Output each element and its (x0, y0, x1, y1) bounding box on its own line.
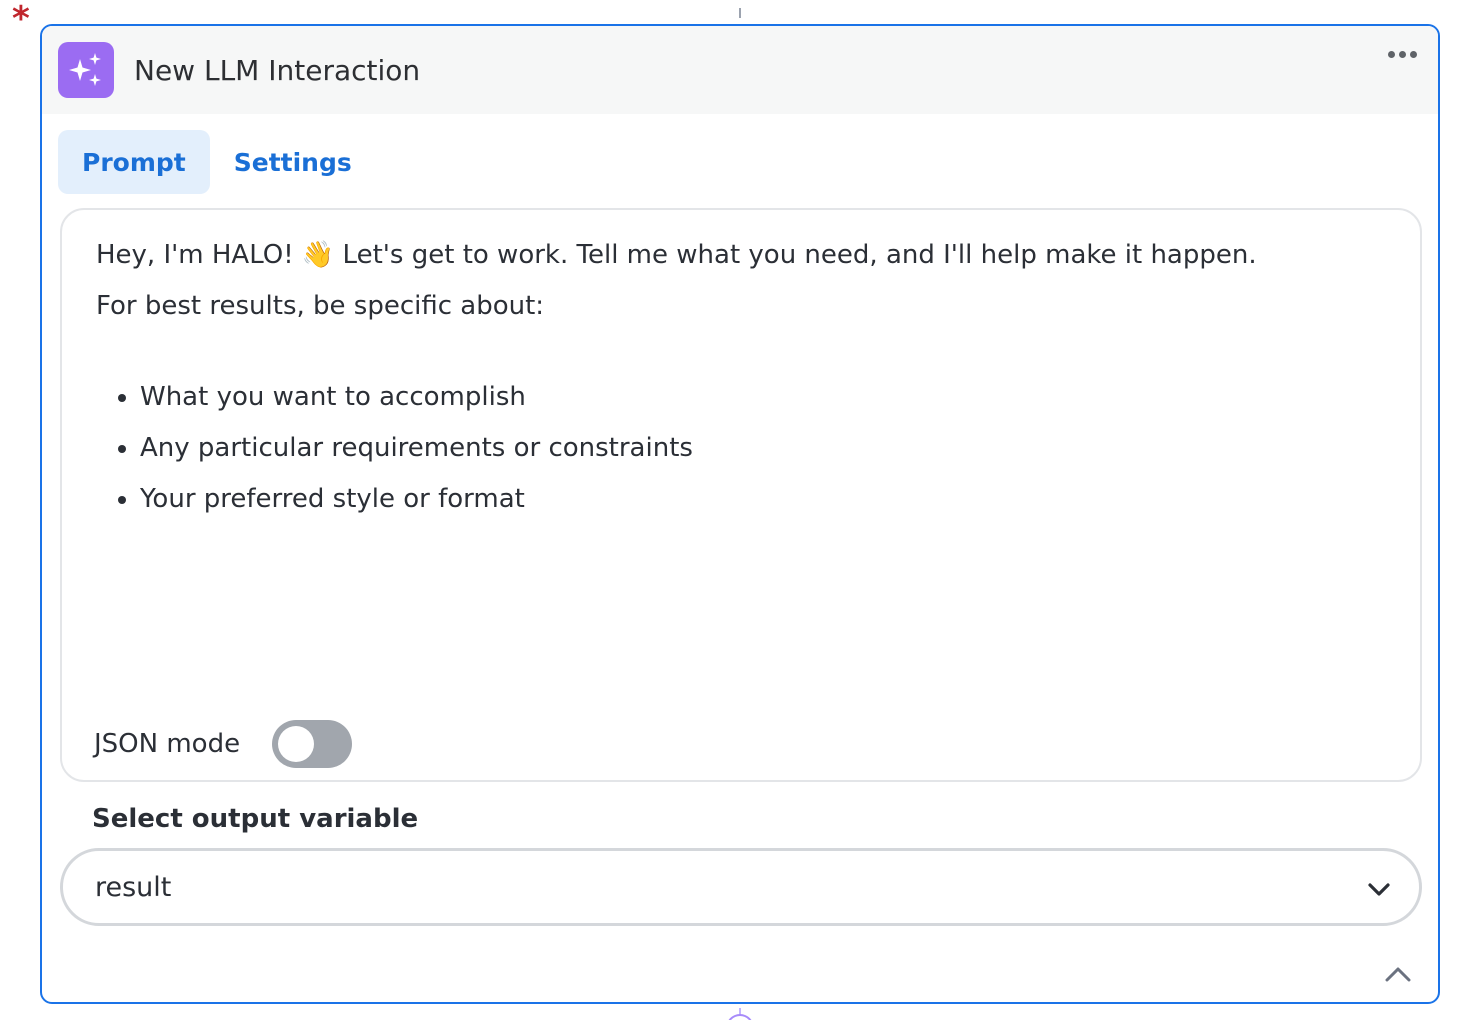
tab-settings[interactable]: Settings (210, 130, 376, 194)
prompt-content: Hey, I'm HALO! 👋 Let's get to work. Tell… (96, 230, 1390, 525)
json-mode-label: JSON mode (94, 729, 241, 759)
page: * New LLM Interaction Prompt Settings He… (0, 0, 1458, 1020)
output-variable-value: result (95, 871, 172, 903)
prompt-line-instructions: For best results, be specific about: (96, 291, 545, 321)
required-marker: * (12, 0, 30, 39)
list-item: What you want to accomplish (140, 372, 1390, 423)
prompt-line-greeting: Hey, I'm HALO! 👋 Let's get to work. Tell… (96, 240, 1257, 270)
card-header: New LLM Interaction (42, 26, 1438, 114)
llm-node-card[interactable]: New LLM Interaction Prompt Settings Hey,… (40, 24, 1440, 1004)
chevron-down-icon (1368, 883, 1390, 896)
list-item: Your preferred style or format (140, 474, 1390, 525)
list-item: Any particular requirements or constrain… (140, 423, 1390, 474)
output-variable-label: Select output variable (92, 804, 419, 834)
prompt-bullet-list: What you want to accomplish Any particul… (96, 372, 1390, 525)
tab-prompt[interactable]: Prompt (58, 130, 210, 194)
connector-top (739, 8, 741, 18)
more-options-icon[interactable] (1382, 40, 1422, 68)
toggle-knob (278, 726, 315, 762)
chevron-up-icon[interactable] (1382, 960, 1414, 988)
json-mode-row: JSON mode (94, 720, 353, 768)
tab-bar: Prompt Settings (58, 130, 376, 194)
node-title: New LLM Interaction (134, 53, 421, 87)
prompt-editor[interactable]: Hey, I'm HALO! 👋 Let's get to work. Tell… (60, 208, 1422, 782)
json-mode-toggle[interactable] (272, 720, 353, 768)
connector-handle[interactable] (726, 1014, 754, 1020)
output-variable-select[interactable]: result (60, 848, 1422, 926)
sparkles-icon (58, 42, 114, 98)
